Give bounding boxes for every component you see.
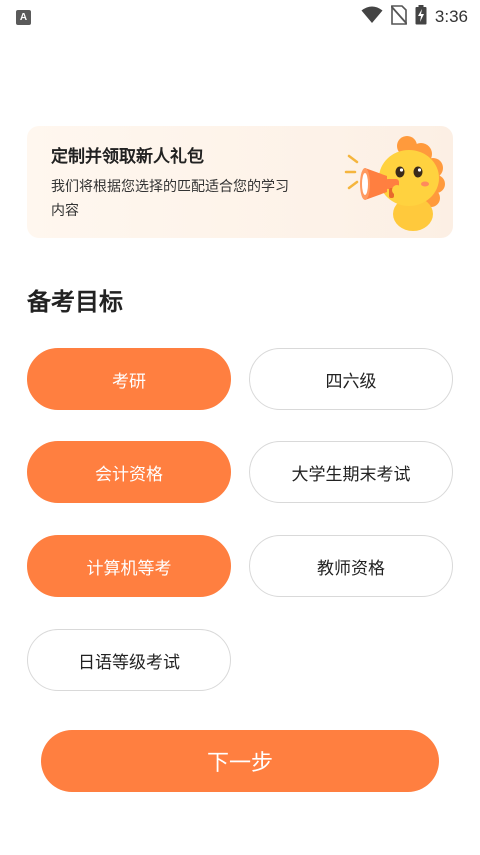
no-sim-icon bbox=[390, 5, 408, 29]
next-button[interactable]: 下一步 bbox=[41, 730, 439, 792]
banner-title: 定制并领取新人礼包 bbox=[51, 147, 204, 167]
option-final-exam[interactable]: 大学生期末考试 bbox=[249, 441, 453, 503]
option-cet[interactable]: 四六级 bbox=[249, 348, 453, 410]
status-bar: A 3:36 bbox=[0, 0, 480, 34]
status-bar-left: A bbox=[16, 9, 31, 25]
new-user-gift-banner[interactable]: 定制并领取新人礼包 我们将根据您选择的匹配适合您的学习内容 bbox=[27, 126, 453, 238]
option-accounting[interactable]: 会计资格 bbox=[27, 441, 231, 503]
wifi-icon bbox=[361, 6, 383, 28]
battery-charging-icon bbox=[415, 5, 427, 29]
option-japanese-exam[interactable]: 日语等级考试 bbox=[27, 629, 231, 691]
mascot-megaphone-icon bbox=[327, 132, 447, 236]
banner-description: 我们将根据您选择的匹配适合您的学习内容 bbox=[51, 179, 289, 219]
status-bar-right: 3:36 bbox=[361, 5, 468, 29]
option-kaoyan[interactable]: 考研 bbox=[27, 348, 231, 410]
app-notification-icon: A bbox=[16, 9, 31, 25]
screen: A 3:36 定制并领取新人礼包 我们将根据您选择的匹配适合您的学习内容 备考目… bbox=[0, 0, 480, 855]
option-computer-exam[interactable]: 计算机等考 bbox=[27, 535, 231, 597]
exam-goal-title: 备考目标 bbox=[27, 288, 123, 316]
status-time: 3:36 bbox=[434, 7, 468, 26]
option-teacher-cert[interactable]: 教师资格 bbox=[249, 535, 453, 597]
